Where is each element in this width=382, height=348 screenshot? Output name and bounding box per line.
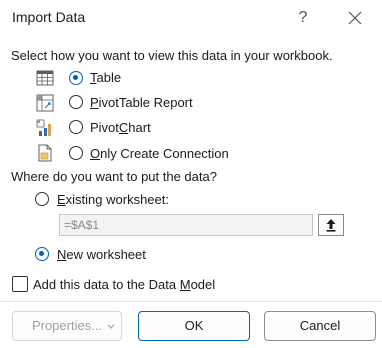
cancel-button[interactable]: Cancel xyxy=(264,311,376,341)
properties-label: Properties... xyxy=(31,318,103,333)
title-bar: Import Data ? xyxy=(0,0,382,38)
import-data-dialog: Import Data ? Select how you want to vie… xyxy=(0,0,382,348)
footer-divider xyxy=(0,301,382,302)
option-pivotchart-label[interactable]: PivotChart xyxy=(90,120,151,135)
collapse-dialog-button[interactable] xyxy=(318,214,344,236)
radio-table[interactable] xyxy=(69,71,83,85)
dropdown-arrow-icon xyxy=(107,324,115,329)
close-icon xyxy=(348,11,362,25)
connection-only-icon xyxy=(38,144,52,162)
new-worksheet-label[interactable]: New worksheet xyxy=(57,247,146,262)
radio-new-worksheet[interactable] xyxy=(35,247,49,261)
radio-pivotchart[interactable] xyxy=(69,120,83,134)
help-button[interactable]: ? xyxy=(291,6,315,30)
radio-pivottable[interactable] xyxy=(69,95,83,109)
destination-prompt: Where do you want to put the data? xyxy=(11,169,217,184)
range-input[interactable]: =$A$1 xyxy=(59,214,313,236)
data-model-label[interactable]: Add this data to the Data Model xyxy=(33,277,215,292)
radio-connection-only[interactable] xyxy=(69,146,83,160)
option-pivottable-label[interactable]: PivotTable Report xyxy=(90,95,193,110)
close-button[interactable] xyxy=(343,6,367,30)
collapse-arrow-icon xyxy=(326,219,336,232)
view-prompt: Select how you want to view this data in… xyxy=(11,48,333,63)
pivottable-icon xyxy=(36,94,54,112)
table-icon xyxy=(36,70,54,86)
data-model-checkbox[interactable] xyxy=(12,276,28,292)
ok-button[interactable]: OK xyxy=(138,311,250,341)
option-connection-only-label[interactable]: Only Create Connection xyxy=(90,146,229,161)
dialog-title: Import Data xyxy=(12,9,86,25)
radio-existing-worksheet[interactable] xyxy=(35,192,49,206)
properties-button[interactable]: Properties... xyxy=(12,311,122,341)
option-table-label[interactable]: Table xyxy=(90,70,121,85)
existing-worksheet-label[interactable]: Existing worksheet: xyxy=(57,192,169,207)
pivotchart-icon xyxy=(36,119,51,136)
